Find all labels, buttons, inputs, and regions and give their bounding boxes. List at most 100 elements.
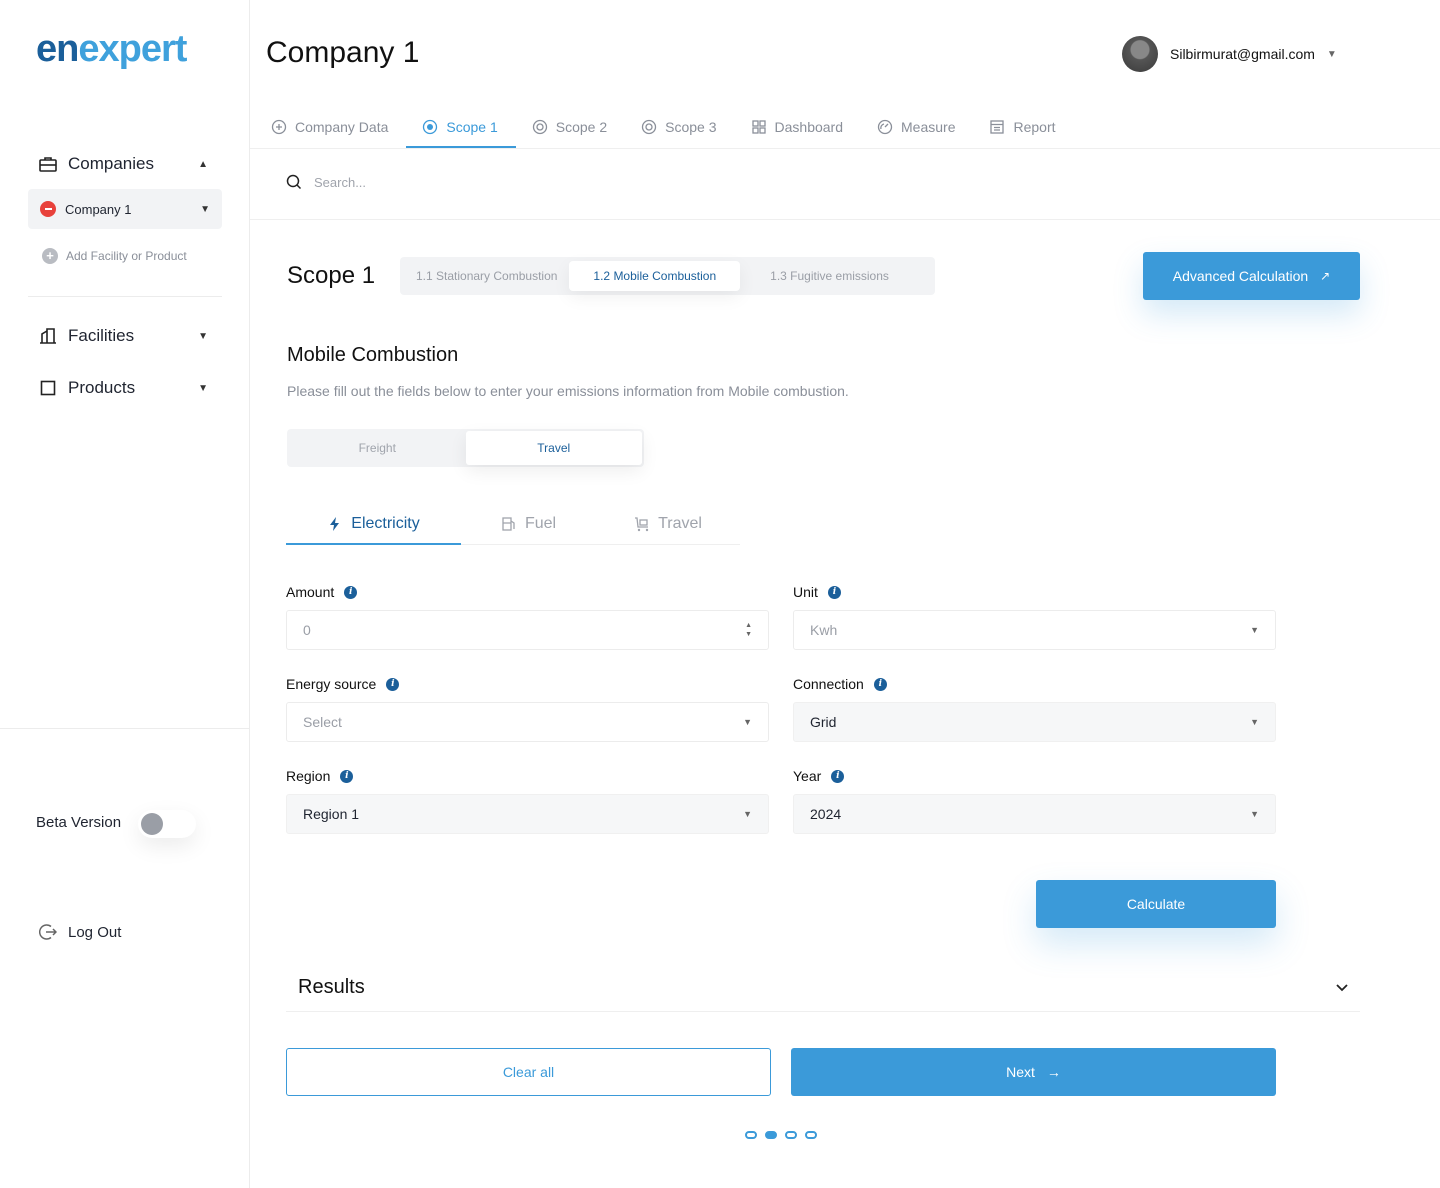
- sidebar-item-company[interactable]: Company 1 ▼: [28, 189, 222, 229]
- region-select[interactable]: Region 1 ▼: [286, 794, 769, 834]
- chevron-down-icon: ▼: [198, 330, 208, 342]
- scope-title: Scope 1: [287, 262, 376, 289]
- connection-select[interactable]: Grid ▼: [793, 702, 1276, 742]
- tab-measure[interactable]: Measure: [861, 108, 973, 148]
- amount-input[interactable]: 0 ▲ ▼: [286, 610, 769, 650]
- tab-travel[interactable]: Travel: [596, 505, 740, 545]
- calculate-button[interactable]: Calculate: [1036, 880, 1276, 928]
- unit-label-text: Unit: [793, 584, 818, 600]
- tab-electricity[interactable]: Electricity: [286, 505, 461, 545]
- brand-logo-part2: expert: [78, 28, 187, 70]
- logout-label: Log Out: [68, 923, 122, 941]
- section-description: Please fill out the fields below to ente…: [287, 383, 849, 399]
- step-dot[interactable]: [745, 1131, 757, 1139]
- info-icon[interactable]: i: [831, 769, 845, 783]
- lightning-icon: [327, 516, 343, 532]
- arrow-up-right-icon: ↗: [1320, 269, 1331, 283]
- user-menu[interactable]: Silbirmurat@gmail.com ▼: [1122, 36, 1337, 72]
- tab-fuel[interactable]: Fuel: [461, 505, 596, 545]
- step-indicator: [745, 1131, 817, 1139]
- sidebar-divider: [0, 728, 250, 729]
- tab-report[interactable]: Report: [973, 108, 1073, 148]
- amount-field-group: Amount i 0 ▲ ▼: [286, 582, 769, 650]
- year-label: Year i: [793, 766, 1276, 786]
- plus-circle-icon: [271, 119, 287, 135]
- tab-scope-2[interactable]: Scope 2: [516, 108, 625, 148]
- search-icon: [286, 174, 302, 190]
- logout-button[interactable]: Log Out: [38, 922, 121, 942]
- unit-select[interactable]: Kwh ▼: [793, 610, 1276, 650]
- tab-label: Travel: [658, 515, 702, 532]
- tab-label: Dashboard: [774, 119, 844, 135]
- logout-icon: [38, 922, 58, 942]
- tab-scope-3[interactable]: Scope 3: [625, 108, 734, 148]
- user-email: Silbirmurat@gmail.com: [1170, 46, 1315, 62]
- search-input[interactable]: Search...: [314, 175, 366, 190]
- chevron-down-icon: [1336, 981, 1348, 995]
- plus-icon: +: [42, 248, 58, 264]
- connection-field-group: Connection i Grid ▼: [793, 674, 1276, 742]
- info-icon[interactable]: i: [340, 769, 354, 783]
- brand-logo[interactable]: enexpert: [36, 28, 187, 71]
- info-icon[interactable]: i: [873, 677, 887, 691]
- sidebar-item-companies[interactable]: Companies ▲: [38, 154, 208, 174]
- tab-stationary-combustion[interactable]: 1.1 Stationary Combustion: [404, 261, 569, 291]
- energy-source-label-text: Energy source: [286, 676, 377, 692]
- chevron-up-icon: ▲: [198, 158, 208, 170]
- tab-company-data[interactable]: Company Data: [255, 108, 406, 148]
- add-facility-label: Add Facility or Product: [66, 249, 187, 263]
- luggage-cart-icon: [634, 516, 650, 532]
- tab-fugitive-emissions[interactable]: 1.3 Fugitive emissions: [740, 261, 901, 291]
- results-accordion[interactable]: Results: [286, 964, 1360, 1012]
- step-down-icon[interactable]: ▼: [745, 630, 752, 639]
- chevron-down-icon: ▼: [1250, 809, 1259, 819]
- info-icon[interactable]: i: [827, 585, 841, 599]
- chevron-down-icon: ▼: [1250, 625, 1259, 635]
- beta-toggle[interactable]: [138, 810, 196, 838]
- year-select[interactable]: 2024 ▼: [793, 794, 1276, 834]
- beta-label: Beta Version: [36, 814, 122, 831]
- step-dot-active[interactable]: [765, 1131, 777, 1139]
- next-button[interactable]: Next →: [791, 1048, 1276, 1096]
- number-stepper[interactable]: ▲ ▼: [745, 621, 752, 639]
- chevron-down-icon: ▼: [743, 717, 752, 727]
- grid-icon: [751, 119, 767, 135]
- energy-source-select[interactable]: Select ▼: [286, 702, 769, 742]
- step-up-icon[interactable]: ▲: [745, 621, 752, 630]
- amount-value: 0: [303, 622, 311, 638]
- chevron-down-icon: ▼: [743, 809, 752, 819]
- step-dot[interactable]: [805, 1131, 817, 1139]
- gauge-icon: [877, 119, 893, 135]
- year-value: 2024: [810, 806, 842, 822]
- info-icon[interactable]: i: [344, 585, 358, 599]
- unit-value: Kwh: [810, 622, 838, 638]
- results-label: Results: [298, 976, 365, 998]
- tab-scope-1[interactable]: Scope 1: [406, 108, 516, 148]
- remove-icon[interactable]: [40, 201, 56, 217]
- info-icon[interactable]: i: [386, 677, 400, 691]
- energy-source-label: Energy source i: [286, 674, 769, 694]
- advanced-calculation-button[interactable]: Advanced Calculation ↗: [1143, 252, 1360, 300]
- next-label: Next: [1006, 1064, 1035, 1080]
- region-label-text: Region: [286, 768, 331, 784]
- target-icon: [641, 119, 657, 135]
- segment-freight[interactable]: Freight: [289, 431, 466, 465]
- sidebar-item-facilities[interactable]: Facilities ▼: [38, 326, 208, 346]
- unit-label: Unit i: [793, 582, 1276, 602]
- tab-dashboard[interactable]: Dashboard: [735, 108, 862, 148]
- report-icon: [989, 119, 1005, 135]
- unit-field-group: Unit i Kwh ▼: [793, 582, 1276, 650]
- segment-travel[interactable]: Travel: [465, 431, 642, 465]
- tab-mobile-combustion[interactable]: 1.2 Mobile Combustion: [569, 261, 741, 291]
- region-label: Region i: [286, 766, 769, 786]
- square-icon: [38, 378, 58, 398]
- add-facility-button[interactable]: + Add Facility or Product: [42, 248, 187, 264]
- chevron-down-icon: ▼: [198, 382, 208, 394]
- clear-all-button[interactable]: Clear all: [286, 1048, 771, 1096]
- sidebar-item-products[interactable]: Products ▼: [38, 378, 208, 398]
- search-bar[interactable]: Search...: [286, 174, 366, 190]
- building-icon: [38, 326, 58, 346]
- step-dot[interactable]: [785, 1131, 797, 1139]
- amount-label-text: Amount: [286, 584, 335, 600]
- arrow-right-icon: →: [1046, 1064, 1061, 1080]
